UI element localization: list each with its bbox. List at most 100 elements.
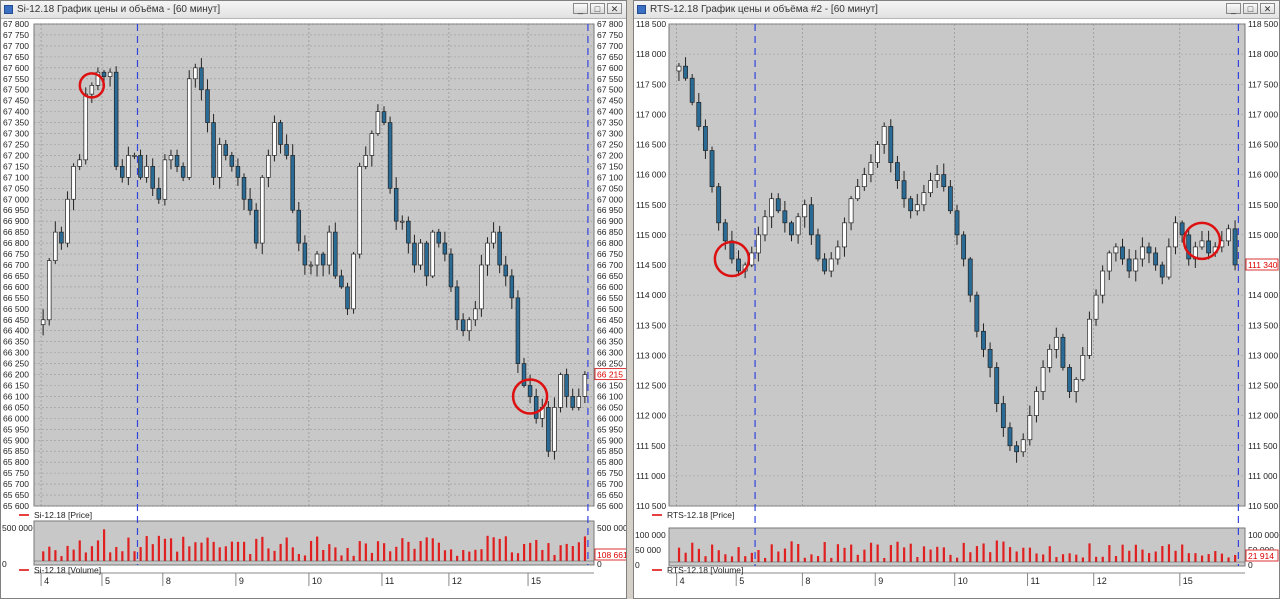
volume-bar	[431, 538, 434, 561]
volume-bar	[328, 544, 331, 561]
volume-bar	[151, 544, 154, 561]
volume-bar	[949, 554, 952, 562]
close-button[interactable]: ✕	[607, 3, 622, 14]
volume-bar	[863, 549, 866, 562]
rts-chart[interactable]: 118 500 118 500 118 000 118 000 117 500 117 5…	[634, 19, 1279, 598]
y-tick-right: 66 250	[597, 359, 623, 369]
candle	[1146, 246, 1152, 254]
candle	[211, 122, 216, 178]
si-chart[interactable]: 67 800 67 80067 750 67 75067 700 67 70067 6…	[1, 19, 626, 598]
volume-bar	[316, 536, 319, 561]
y-tick-right: 66 750	[597, 249, 623, 259]
y-tick-left: 67 150	[3, 161, 29, 171]
volume-bar	[565, 543, 568, 561]
volume-bar	[1048, 546, 1051, 562]
minimize-button[interactable]: _	[573, 3, 588, 14]
candle	[485, 242, 490, 266]
rts-title-bar[interactable]: RTS-12.18 График цены и объёма #2 - [60 …	[634, 1, 1279, 19]
si-title-bar[interactable]: Si-12.18 График цены и объёма - [60 мину…	[1, 1, 626, 19]
date-label: 10	[958, 576, 968, 586]
volume-bar	[443, 550, 447, 561]
volume-bar	[449, 549, 453, 561]
maximize-button[interactable]: □	[1243, 3, 1258, 14]
volume-bar	[843, 547, 846, 562]
y-tick-right: 67 600	[597, 63, 623, 73]
volume-bar	[474, 549, 477, 561]
y-tick-left: 65 800	[3, 457, 29, 467]
candle	[954, 210, 960, 236]
y-tick-left: 66 000	[3, 413, 29, 423]
candle	[576, 396, 582, 408]
candle	[40, 319, 46, 325]
candle	[1159, 264, 1165, 278]
date-label: 10	[312, 576, 322, 586]
y-tick-right: 66 700	[597, 260, 623, 270]
candle	[582, 374, 588, 397]
chart-window-icon	[4, 5, 13, 14]
volume-bar	[830, 557, 833, 562]
volume-bar	[577, 542, 580, 561]
candle	[828, 258, 834, 272]
volume-bar	[1174, 550, 1177, 562]
candle	[406, 220, 411, 244]
candle	[1120, 246, 1125, 260]
candle	[260, 177, 265, 244]
candle	[1153, 252, 1159, 266]
volume-tick-right: 500 000	[597, 523, 626, 533]
candle	[436, 231, 442, 244]
candle	[1133, 258, 1139, 272]
y-tick-left: 65 850	[3, 446, 29, 456]
volume-bar	[684, 552, 687, 562]
candle	[381, 111, 387, 123]
volume-bar	[236, 541, 240, 561]
volume-bar	[309, 540, 313, 561]
last-volume-label: 21 914	[1248, 551, 1274, 561]
y-tick-left: 115 500	[636, 200, 666, 210]
candle	[1014, 445, 1019, 453]
y-tick-right: 66 100	[597, 391, 623, 401]
candle	[430, 231, 435, 277]
candle	[199, 67, 204, 91]
rts-chart-window[interactable]: RTS-12.18 График цены и объёма #2 - [60 …	[633, 0, 1280, 599]
y-tick-left: 67 400	[3, 107, 29, 117]
y-tick-left: 116 000	[636, 170, 666, 180]
candle	[168, 155, 174, 161]
y-tick-left: 66 100	[3, 391, 29, 401]
candle	[320, 253, 326, 266]
volume-bar	[218, 547, 221, 561]
candle	[808, 204, 814, 236]
candle	[795, 216, 801, 236]
candle	[284, 144, 289, 156]
candle	[326, 231, 332, 266]
volume-bar	[437, 542, 440, 561]
y-tick-right: 65 950	[597, 424, 623, 434]
y-tick-right: 67 700	[597, 41, 623, 51]
si-chart-window[interactable]: Si-12.18 График цены и объёма - [60 мину…	[0, 0, 627, 599]
close-button[interactable]: ✕	[1260, 3, 1275, 14]
y-tick-right: 66 300	[597, 348, 623, 358]
volume-plot-area[interactable]	[33, 520, 595, 566]
volume-bar	[1128, 550, 1131, 562]
candle	[1007, 427, 1013, 447]
candle	[241, 177, 247, 200]
volume-bar	[127, 537, 130, 561]
minimize-button[interactable]: _	[1226, 3, 1241, 14]
volume-bar	[346, 547, 349, 561]
y-tick-right: 67 450	[597, 96, 623, 106]
y-tick-left: 67 300	[3, 129, 29, 139]
y-tick-right: 65 750	[597, 468, 623, 478]
volume-bar	[1234, 554, 1237, 562]
y-tick-right: 66 950	[597, 205, 623, 215]
volume-bar	[982, 543, 985, 562]
volume-bar	[224, 546, 227, 561]
volume-bar	[541, 549, 544, 561]
candle	[126, 155, 131, 178]
candle	[1027, 415, 1033, 441]
y-tick-left: 66 400	[3, 326, 29, 336]
volume-bar	[790, 541, 793, 562]
volume-bar	[139, 547, 142, 561]
candle	[928, 180, 933, 194]
candle	[722, 222, 728, 242]
maximize-button[interactable]: □	[590, 3, 605, 14]
y-tick-left: 67 800	[3, 19, 29, 29]
